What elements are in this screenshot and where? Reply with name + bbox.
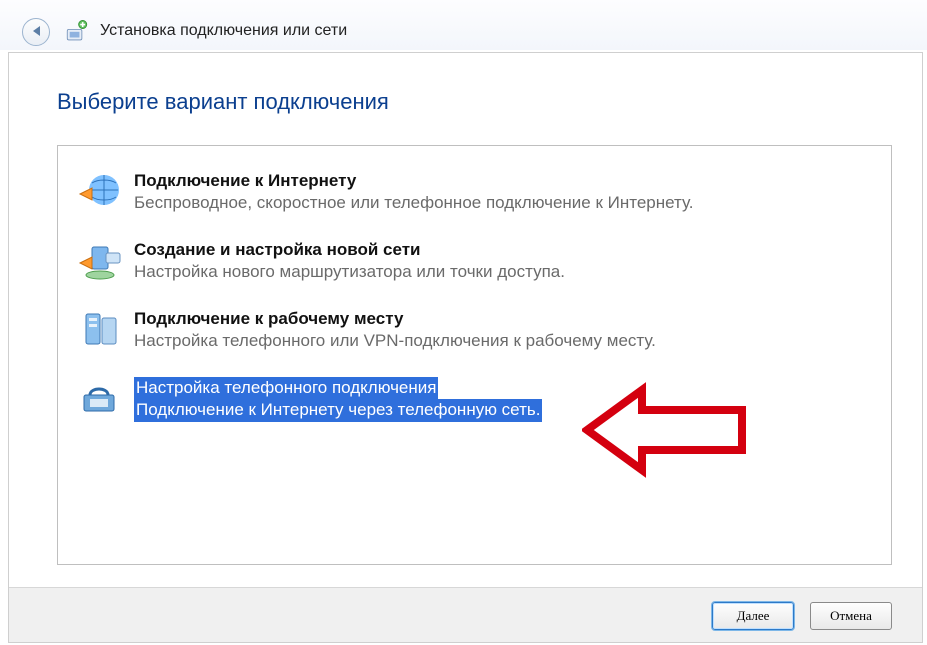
option-desc: Настройка нового маршрутизатора или точк… <box>134 261 565 284</box>
wizard-icon <box>64 18 90 44</box>
option-desc: Подключение к Интернету через телефонную… <box>134 399 542 422</box>
wizard-header: Установка подключения или сети <box>0 0 927 50</box>
wizard-body: Выберите вариант подключения Подключение… <box>8 52 923 643</box>
globe-icon <box>76 170 124 214</box>
wizard-title: Установка подключения или сети <box>100 22 347 40</box>
option-internet[interactable]: Подключение к Интернету Беспроводное, ск… <box>58 164 891 233</box>
phone-modem-icon <box>76 377 124 421</box>
option-workplace[interactable]: Подключение к рабочему месту Настройка т… <box>58 302 891 371</box>
option-dialup[interactable]: Настройка телефонного подключения Подклю… <box>58 371 891 440</box>
option-desc: Беспроводное, скоростное или телефонное … <box>134 192 694 215</box>
option-title: Настройка телефонного подключения <box>134 377 438 399</box>
wizard-button-bar: Далее Отмена <box>9 587 922 642</box>
back-button[interactable] <box>22 18 50 46</box>
option-title: Подключение к рабочему месту <box>134 308 656 330</box>
connection-options-list: Подключение к Интернету Беспроводное, ск… <box>57 145 892 565</box>
option-title: Создание и настройка новой сети <box>134 239 565 261</box>
option-title: Подключение к Интернету <box>134 170 694 192</box>
router-icon <box>76 239 124 283</box>
option-new-network[interactable]: Создание и настройка новой сети Настройк… <box>58 233 891 302</box>
option-desc: Настройка телефонного или VPN-подключени… <box>134 330 656 353</box>
next-button[interactable]: Далее <box>712 602 794 630</box>
cancel-button[interactable]: Отмена <box>810 602 892 630</box>
server-icon <box>76 308 124 352</box>
page-heading: Выберите вариант подключения <box>57 89 389 115</box>
